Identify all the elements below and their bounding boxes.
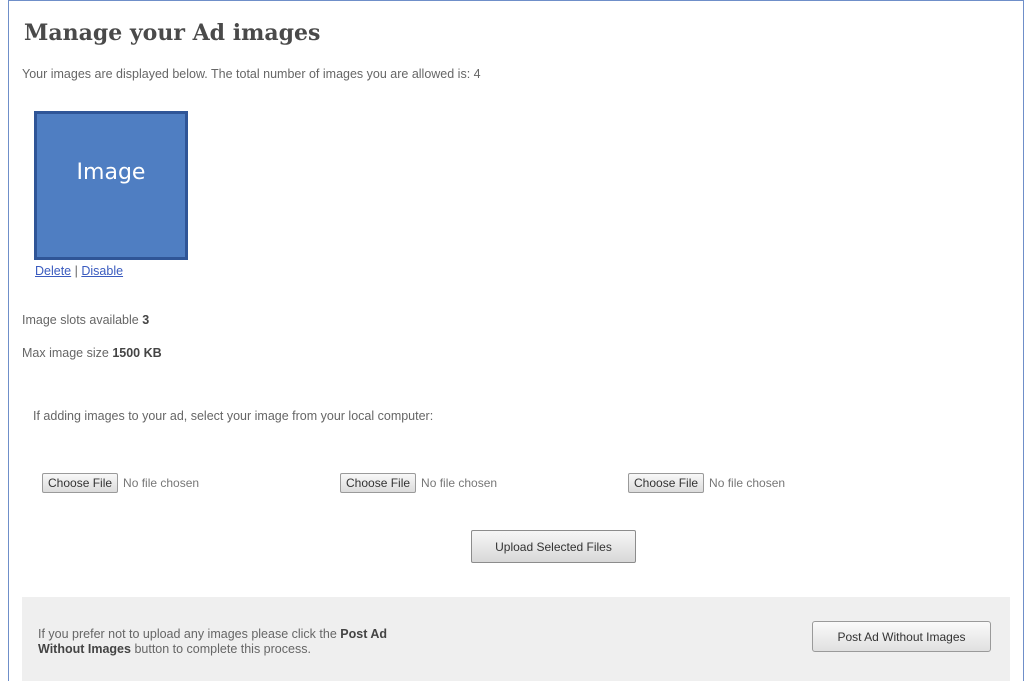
page-title: Manage your Ad images [24,20,321,46]
intro-text: Your images are displayed below. The tot… [22,67,481,81]
slots-value: 3 [142,313,150,327]
disable-link[interactable]: Disable [81,264,123,278]
file-status-1: No file chosen [123,476,200,490]
post-ad-without-images-button[interactable]: Post Ad Without Images [812,621,991,652]
page-frame [8,0,1024,681]
no-images-text-before: If you prefer not to upload any images p… [38,627,337,641]
slots-label: Image slots available [22,313,139,327]
file-status-2: No file chosen [421,476,498,490]
image-actions: Delete | Disable [35,264,123,278]
maxsize-value: 1500 KB [112,346,162,360]
no-images-text-after: button to complete this process. [134,642,311,656]
file-input-2: Choose File No file chosen [340,473,497,493]
choose-file-button-3[interactable]: Choose File [628,473,705,493]
file-status-3: No file chosen [709,476,786,490]
upload-selected-files-button[interactable]: Upload Selected Files [471,530,636,563]
delete-link[interactable]: Delete [35,264,71,278]
no-images-text: If you prefer not to upload any images p… [38,627,418,657]
image-placeholder-label: Image [76,160,146,185]
link-separator: | [74,264,78,278]
choose-file-button-1[interactable]: Choose File [42,473,119,493]
slots-info: Image slots available 3 [22,313,149,327]
maxsize-label: Max image size [22,346,109,360]
file-input-1: Choose File No file chosen [42,473,199,493]
upload-hint: If adding images to your ad, select your… [33,409,434,423]
choose-file-button-2[interactable]: Choose File [340,473,417,493]
file-input-3: Choose File No file chosen [628,473,785,493]
maxsize-info: Max image size 1500 KB [22,346,162,360]
ad-image-thumbnail[interactable]: Image [34,111,188,260]
no-images-panel: If you prefer not to upload any images p… [22,597,1010,681]
